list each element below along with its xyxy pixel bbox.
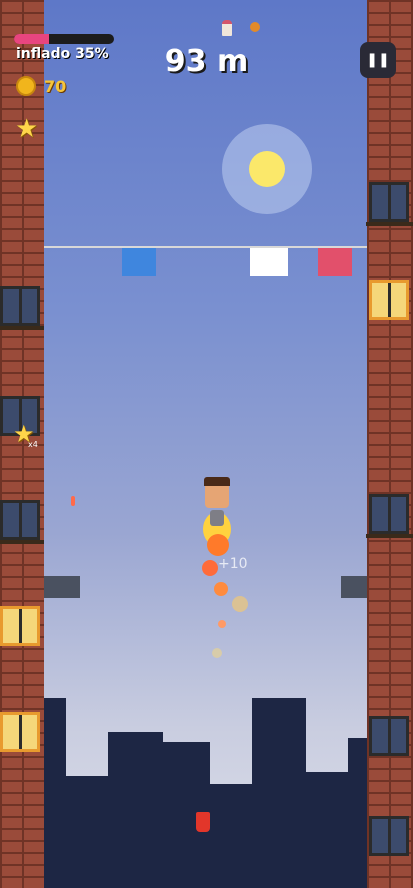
building-silhouette (108, 732, 163, 888)
distance-counter: 93 m (164, 44, 249, 79)
window-lit (369, 280, 409, 320)
window-sill (366, 534, 413, 538)
flame-particle (214, 582, 228, 596)
window (369, 716, 409, 756)
building-silhouette (252, 698, 306, 888)
multiplier-badge: x4 (28, 440, 38, 449)
building-silhouette (66, 776, 110, 888)
inflate-progress-bar (14, 34, 114, 44)
window (369, 816, 409, 856)
window-lit (0, 606, 40, 646)
inflate-progress-fill (14, 34, 49, 44)
player-hair (204, 477, 230, 486)
window (369, 182, 409, 222)
soda-cup-icon (196, 812, 210, 832)
chicken-leg-icon (250, 22, 260, 32)
window-sill (0, 540, 44, 544)
pause-icon: ❚❚ (366, 52, 390, 68)
flame-particle (232, 596, 248, 612)
window-sill (366, 222, 413, 226)
wall-ledge (341, 576, 367, 598)
points-popup: +10 (218, 556, 248, 572)
sun (249, 151, 285, 187)
pause-button[interactable]: ❚❚ (360, 42, 396, 78)
window (0, 286, 40, 326)
flame-particle (207, 534, 229, 556)
building-silhouette (210, 784, 254, 888)
window-lit (0, 712, 40, 752)
star-icon: ★ (15, 114, 39, 144)
flame-particle (212, 648, 222, 658)
wall-ledge (44, 576, 80, 598)
flag-blue (122, 248, 156, 276)
flame-particle (218, 620, 226, 628)
window (369, 494, 409, 534)
jetpack (210, 510, 224, 526)
window-sill (0, 326, 44, 330)
coin-icon (16, 76, 36, 96)
flag-white (250, 248, 288, 276)
window (0, 500, 40, 540)
flag-red (318, 248, 352, 276)
flame-particle (202, 560, 218, 576)
popsicle-icon (71, 496, 75, 506)
coin-count: 70 (44, 77, 67, 96)
cupcake-icon (222, 20, 232, 36)
building-silhouette (304, 772, 350, 888)
